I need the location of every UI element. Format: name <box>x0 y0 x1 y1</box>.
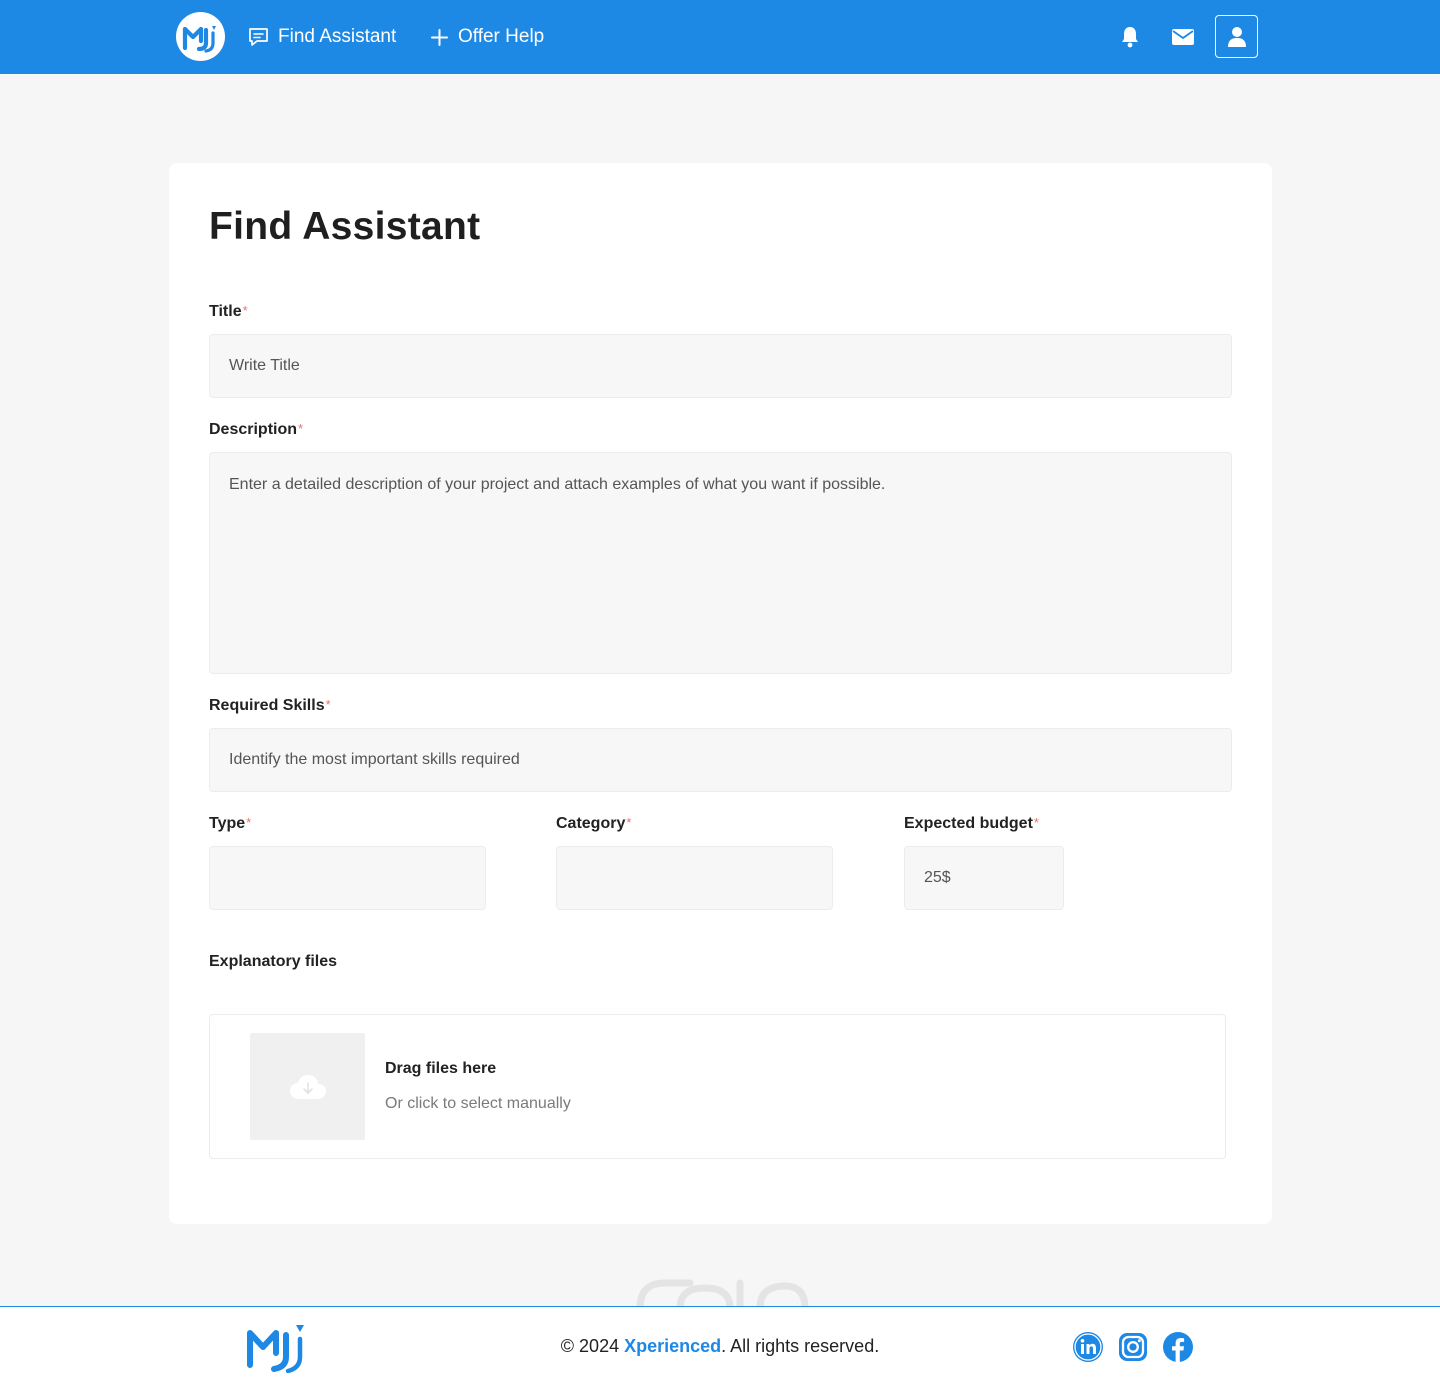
category-select[interactable] <box>556 846 833 910</box>
title-label-text: Title <box>209 303 242 320</box>
chat-bubble-icon <box>248 27 269 47</box>
required-marker: * <box>242 303 248 318</box>
brand-link[interactable]: Xperienced <box>624 1336 721 1356</box>
facebook-link[interactable] <box>1162 1331 1194 1363</box>
top-navbar: Find Assistant Offer Help <box>0 0 1440 74</box>
page-title: Find Assistant <box>209 205 481 248</box>
messages-button[interactable] <box>1170 24 1196 50</box>
user-icon <box>1227 26 1246 47</box>
budget-label: Expected budget* <box>904 815 1039 833</box>
notifications-button[interactable] <box>1117 24 1143 50</box>
skills-label-text: Required Skills <box>209 697 325 714</box>
linkedin-link[interactable] <box>1072 1331 1104 1363</box>
nav-offer-help-label: Offer Help <box>458 26 545 47</box>
footer: © 2024 Xperienced. All rights reserved. <box>0 1306 1440 1387</box>
budget-label-text: Expected budget <box>904 815 1033 832</box>
description-label: Description* <box>209 421 303 439</box>
budget-input[interactable] <box>904 846 1064 910</box>
profile-button[interactable] <box>1215 15 1258 58</box>
required-marker: * <box>1033 815 1039 830</box>
required-marker: * <box>246 815 252 830</box>
dropzone-title: Drag files here <box>385 1060 497 1077</box>
copyright-suffix: . All rights reserved. <box>721 1336 880 1356</box>
type-label-text: Type <box>209 815 246 832</box>
file-dropzone[interactable]: Drag files here Or click to select manua… <box>209 1014 1226 1159</box>
files-label: Explanatory files <box>209 953 338 970</box>
facebook-icon <box>1163 1332 1193 1362</box>
mail-icon <box>1172 29 1194 45</box>
title-input[interactable] <box>209 334 1232 398</box>
skills-label: Required Skills* <box>209 697 331 715</box>
plus-icon <box>430 28 449 47</box>
required-marker: * <box>626 815 632 830</box>
upload-thumbnail <box>250 1033 365 1140</box>
instagram-link[interactable] <box>1117 1331 1149 1363</box>
copyright-prefix: © 2024 <box>560 1336 625 1356</box>
type-label: Type* <box>209 815 251 833</box>
linkedin-icon <box>1073 1332 1103 1362</box>
copyright-text: © 2024 Xperienced. All rights reserved. <box>0 1336 1440 1357</box>
type-select[interactable] <box>209 846 486 910</box>
description-label-text: Description <box>209 421 298 438</box>
bell-icon <box>1122 27 1138 48</box>
category-label: Category* <box>556 815 631 833</box>
nav-find-assistant[interactable]: Find Assistant <box>248 0 396 74</box>
find-assistant-card: Find Assistant Title* Description* Requi… <box>169 163 1272 1224</box>
app-logo[interactable] <box>176 12 225 61</box>
cloud-download-icon <box>289 1074 326 1099</box>
required-marker: * <box>298 421 304 436</box>
nav-offer-help[interactable]: Offer Help <box>430 0 544 74</box>
category-label-text: Category <box>556 815 626 832</box>
skills-input[interactable] <box>209 728 1232 792</box>
description-textarea[interactable] <box>209 452 1232 674</box>
logo-mark-icon <box>182 25 216 53</box>
nav-find-assistant-label: Find Assistant <box>278 26 397 47</box>
required-marker: * <box>325 697 331 712</box>
dropzone-subtitle: Or click to select manually <box>385 1095 571 1112</box>
title-label: Title* <box>209 303 248 321</box>
instagram-icon <box>1119 1333 1147 1361</box>
